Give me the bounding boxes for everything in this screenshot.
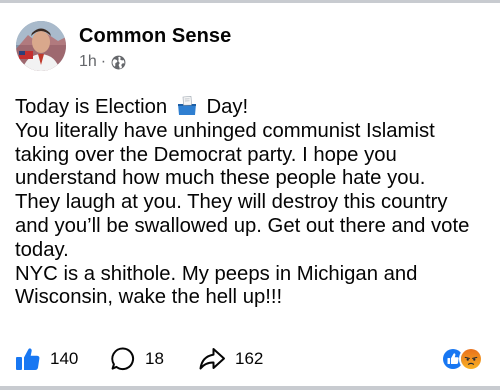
angry-reaction-icon: [459, 347, 483, 371]
meta-separator: ·: [100, 53, 107, 70]
like-button[interactable]: 140: [15, 346, 78, 372]
post-text-line: today.: [15, 238, 69, 261]
post-text-line: Wisconsin, wake the hell up!!!: [15, 286, 283, 309]
comment-button[interactable]: 18: [110, 346, 164, 372]
comment-icon: [110, 346, 136, 372]
post-text-line: Today is Election Day!: [15, 96, 490, 120]
share-button[interactable]: 162: [198, 346, 263, 372]
reaction-summary[interactable]: [441, 347, 483, 371]
post-text-fragment: Day!: [206, 96, 249, 118]
post-header: Common Sense 1h ·: [16, 21, 231, 71]
thumbs-up-icon: [15, 346, 41, 372]
share-count: 162: [235, 349, 264, 368]
post-text-line: They laugh at you. They will destroy thi…: [15, 191, 448, 214]
author-avatar[interactable]: [16, 21, 66, 71]
post-text-line: taking over the Democrat party. I hope y…: [15, 143, 397, 166]
post-text-line: You literally have unhinged communist Is…: [15, 119, 435, 142]
post-text-line: understand how much these people hate yo…: [15, 167, 426, 190]
post-text-fragment: Today is Election: [15, 96, 168, 118]
post-timestamp[interactable]: 1h: [79, 53, 97, 71]
post-text-line: NYC is a shithole. My peeps in Michigan …: [15, 262, 418, 285]
comment-count: 18: [145, 349, 164, 368]
like-count: 140: [50, 349, 79, 368]
author-name[interactable]: Common Sense: [79, 24, 231, 48]
post-meta: 1h ·: [79, 53, 231, 71]
facebook-post-card: Common Sense 1h · Today is Election Day!…: [0, 0, 500, 390]
post-text-line: and you’ll be swallowed up. Get out ther…: [15, 214, 470, 237]
header-meta: Common Sense 1h ·: [79, 21, 231, 71]
post-action-bar: 140 18 162: [15, 346, 485, 372]
globe-icon[interactable]: [111, 55, 126, 70]
ballot-box-icon: [175, 96, 199, 116]
share-icon: [198, 346, 226, 372]
post-body: Today is Election Day! You literally hav…: [15, 96, 490, 310]
